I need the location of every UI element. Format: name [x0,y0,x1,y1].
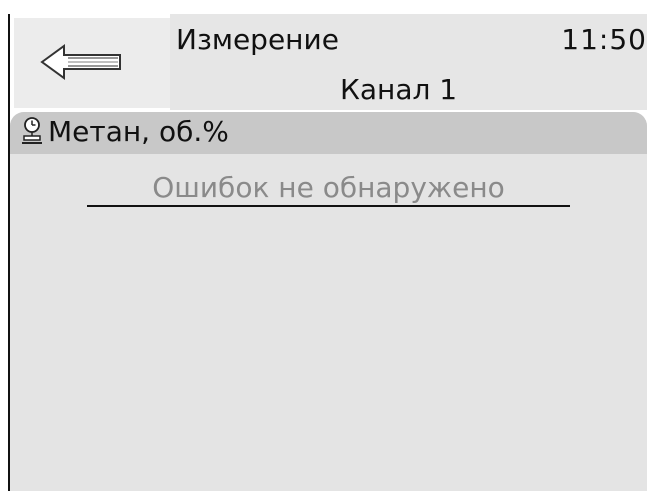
page-title: Измерение [176,23,339,56]
clock-sensor-icon [20,116,44,146]
back-button[interactable] [40,40,128,84]
device-screen: Измерение 11:50 Канал 1 Метан, об.% Ошиб… [0,0,647,491]
status-underline [87,205,570,207]
arrow-left-icon [40,44,121,80]
clock: 11:50 [561,23,647,56]
sensor-name: Метан, об.% [48,115,229,148]
channel-label: Канал 1 [340,73,458,106]
channel-panel [10,112,647,491]
status-message: Ошибок не обнаружено [152,171,505,204]
